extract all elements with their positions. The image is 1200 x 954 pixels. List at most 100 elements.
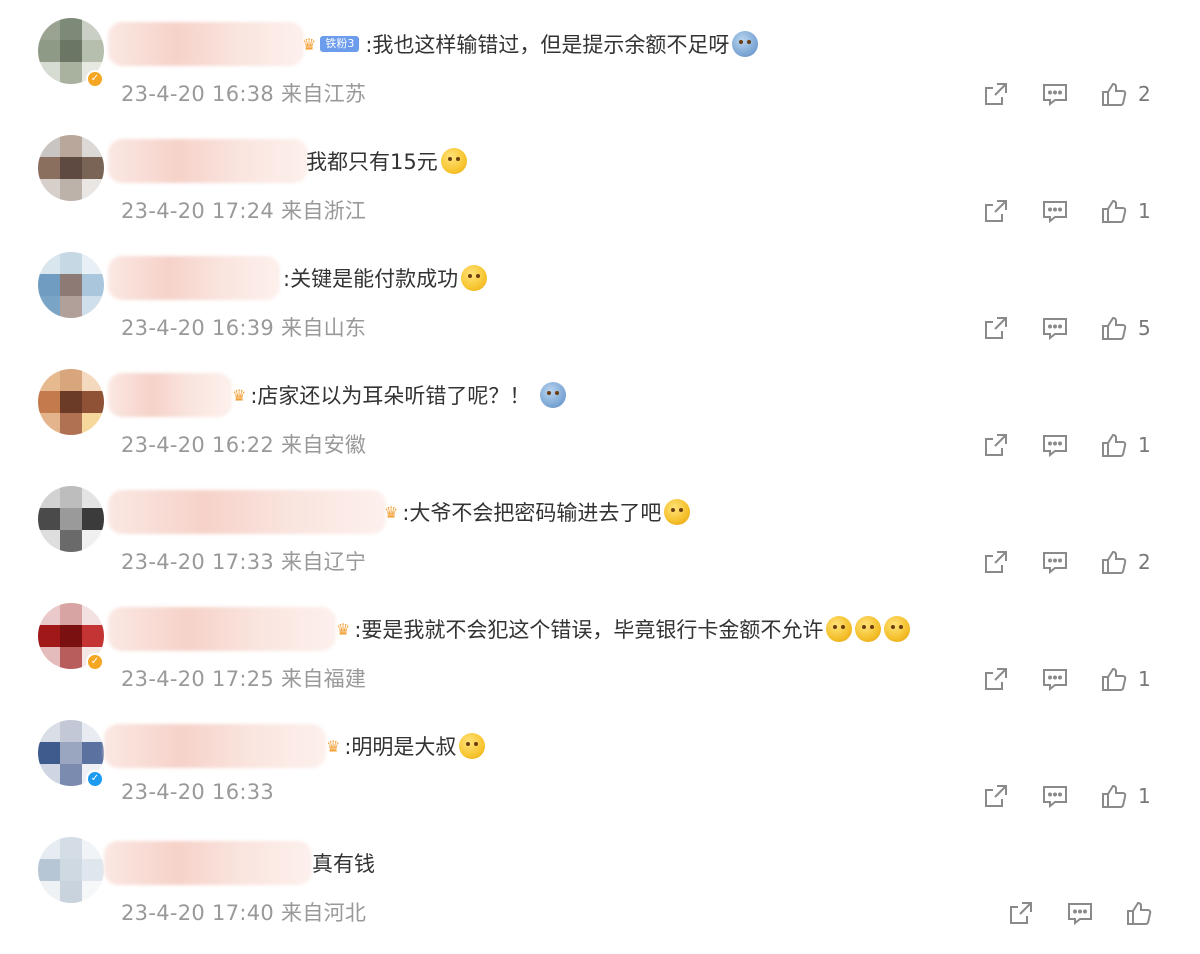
share-icon[interactable] xyxy=(982,80,1010,108)
comment-actions: 2 xyxy=(982,78,1151,110)
username-blurred[interactable] xyxy=(108,490,386,534)
comment-icon[interactable] xyxy=(1041,197,1069,225)
comment-text-line: :关键是能付款成功 xyxy=(283,262,488,294)
comment-text: :大爷不会把密码输进去了吧 xyxy=(402,501,662,525)
username-blurred[interactable] xyxy=(104,724,326,768)
avatar[interactable] xyxy=(38,369,104,435)
like-count: 2 xyxy=(1138,550,1151,574)
laugh-emoji-icon xyxy=(855,616,882,642)
comment-meta: 23-4-20 16:22 来自安徽 xyxy=(121,433,367,457)
like-button[interactable]: 1 xyxy=(1100,197,1151,225)
comment-actions: 1 xyxy=(982,780,1151,812)
verified-badge-icon: ✓ xyxy=(86,770,104,788)
thumbs-up-icon[interactable] xyxy=(1100,665,1128,693)
comment-item: ✓ ♛ :要是我就不会犯这个错误，毕竟银行卡金额不允许 23-4-20 17:2… xyxy=(0,603,1200,720)
comment-text-line: 真有钱 xyxy=(312,847,375,879)
sob-emoji-icon xyxy=(461,265,488,291)
laugh-emoji-icon xyxy=(884,616,911,642)
verified-badge-icon: ✓ xyxy=(86,70,104,88)
comment-actions: 5 xyxy=(982,312,1151,344)
comment-text-line: ♛ :要是我就不会犯这个错误，毕竟银行卡金额不允许 xyxy=(336,613,911,645)
comment-item: ♛ :店家还以为耳朵听错了呢？！ 23-4-20 16:22 来自安徽 1 xyxy=(0,369,1200,486)
comment-item: :关键是能付款成功 23-4-20 16:39 来自山东 5 xyxy=(0,252,1200,369)
cry-emoji-icon xyxy=(732,31,759,57)
like-button[interactable]: 2 xyxy=(1100,80,1151,108)
like-button[interactable]: 1 xyxy=(1100,665,1151,693)
comment-text-line: ♛ :大爷不会把密码输进去了吧 xyxy=(384,496,691,528)
comment-text-line: ♛ :明明是大叔 xyxy=(326,730,486,762)
comment-item: 真有钱 23-4-20 17:40 来自河北 xyxy=(0,837,1200,954)
comment-meta: 23-4-20 16:38 来自江苏 xyxy=(121,82,367,106)
comment-text: 我都只有15元 xyxy=(306,150,438,174)
username-blurred[interactable] xyxy=(104,841,312,885)
doge-emoji-icon xyxy=(459,733,486,759)
avatar[interactable] xyxy=(38,252,104,318)
share-icon[interactable] xyxy=(982,431,1010,459)
comment-icon[interactable] xyxy=(1041,80,1069,108)
comment-meta: 23-4-20 17:40 来自河北 xyxy=(121,901,367,925)
like-count: 5 xyxy=(1138,316,1151,340)
like-button[interactable]: 5 xyxy=(1100,314,1151,342)
share-icon[interactable] xyxy=(982,314,1010,342)
comment-icon[interactable] xyxy=(1041,314,1069,342)
comment-item: ✓ ♛ 铁粉3 :我也这样输错过，但是提示余额不足呀 23-4-20 16:38… xyxy=(0,18,1200,135)
crying-face-emoji-icon xyxy=(540,382,567,408)
fan-crown-icon: ♛ xyxy=(336,619,351,639)
comment-meta: 23-4-20 17:25 来自福建 xyxy=(121,667,367,691)
like-button[interactable]: 2 xyxy=(1100,548,1151,576)
thumbs-up-icon[interactable] xyxy=(1100,431,1128,459)
comment-icon[interactable] xyxy=(1041,431,1069,459)
comment-actions: 2 xyxy=(982,546,1151,578)
doge-emoji-icon xyxy=(440,148,467,174)
laugh-emoji-icon xyxy=(826,616,853,642)
like-count: 1 xyxy=(1138,433,1151,457)
comment-icon[interactable] xyxy=(1041,665,1069,693)
comment-text-line: ♛ 铁粉3 :我也这样输错过，但是提示余额不足呀 xyxy=(302,28,759,60)
username-blurred[interactable] xyxy=(108,607,336,651)
like-button[interactable]: 1 xyxy=(1100,782,1151,810)
username-blurred[interactable] xyxy=(108,256,280,300)
verified-badge-icon: ✓ xyxy=(86,653,104,671)
comment-item: 我都只有15元 23-4-20 17:24 来自浙江 1 xyxy=(0,135,1200,252)
avatar[interactable] xyxy=(38,135,104,201)
share-icon[interactable] xyxy=(982,665,1010,693)
comment-item: ✓ ♛ :明明是大叔 23-4-20 16:33 1 xyxy=(0,720,1200,837)
comment-text: :我也这样输错过，但是提示余额不足呀 xyxy=(365,33,730,57)
username-blurred[interactable] xyxy=(108,139,308,183)
share-icon[interactable] xyxy=(982,548,1010,576)
fan-crown-icon: ♛ xyxy=(326,736,341,756)
avatar[interactable] xyxy=(38,837,104,903)
avatar[interactable] xyxy=(38,486,104,552)
comment-meta: 23-4-20 17:33 来自辽宁 xyxy=(121,550,367,574)
thumbs-up-icon[interactable] xyxy=(1100,80,1128,108)
comment-text: :店家还以为耳朵听错了呢？！ xyxy=(250,384,531,408)
comment-meta: 23-4-20 17:24 来自浙江 xyxy=(121,199,367,223)
thumbs-up-icon[interactable] xyxy=(1100,197,1128,225)
like-count: 1 xyxy=(1138,199,1151,223)
share-icon[interactable] xyxy=(982,782,1010,810)
fan-crown-icon: ♛ xyxy=(384,502,399,522)
like-button[interactable] xyxy=(1125,899,1175,927)
username-blurred[interactable] xyxy=(108,22,304,66)
fan-badge[interactable]: 铁粉3 xyxy=(320,36,360,52)
username-blurred[interactable] xyxy=(108,373,232,417)
thumbs-up-icon[interactable] xyxy=(1100,314,1128,342)
comment-actions: 1 xyxy=(982,663,1151,695)
comment-text: :要是我就不会犯这个错误，毕竟银行卡金额不允许 xyxy=(354,618,824,642)
share-icon[interactable] xyxy=(982,197,1010,225)
comment-item: ♛ :大爷不会把密码输进去了吧 23-4-20 17:33 来自辽宁 2 xyxy=(0,486,1200,603)
share-icon[interactable] xyxy=(1007,899,1035,927)
comment-icon[interactable] xyxy=(1066,899,1094,927)
thumbs-up-icon[interactable] xyxy=(1100,782,1128,810)
comment-meta: 23-4-20 16:33 xyxy=(121,780,275,804)
comment-actions: 1 xyxy=(982,429,1151,461)
comment-text-line: 我都只有15元 xyxy=(306,145,467,177)
comment-icon[interactable] xyxy=(1041,548,1069,576)
like-count: 1 xyxy=(1138,784,1151,808)
thumbs-up-icon[interactable] xyxy=(1125,899,1153,927)
thumbs-up-icon[interactable] xyxy=(1100,548,1128,576)
comment-icon[interactable] xyxy=(1041,782,1069,810)
comment-actions xyxy=(1007,897,1175,929)
like-button[interactable]: 1 xyxy=(1100,431,1151,459)
comment-text-line: ♛ :店家还以为耳朵听错了呢？！ xyxy=(232,379,567,411)
